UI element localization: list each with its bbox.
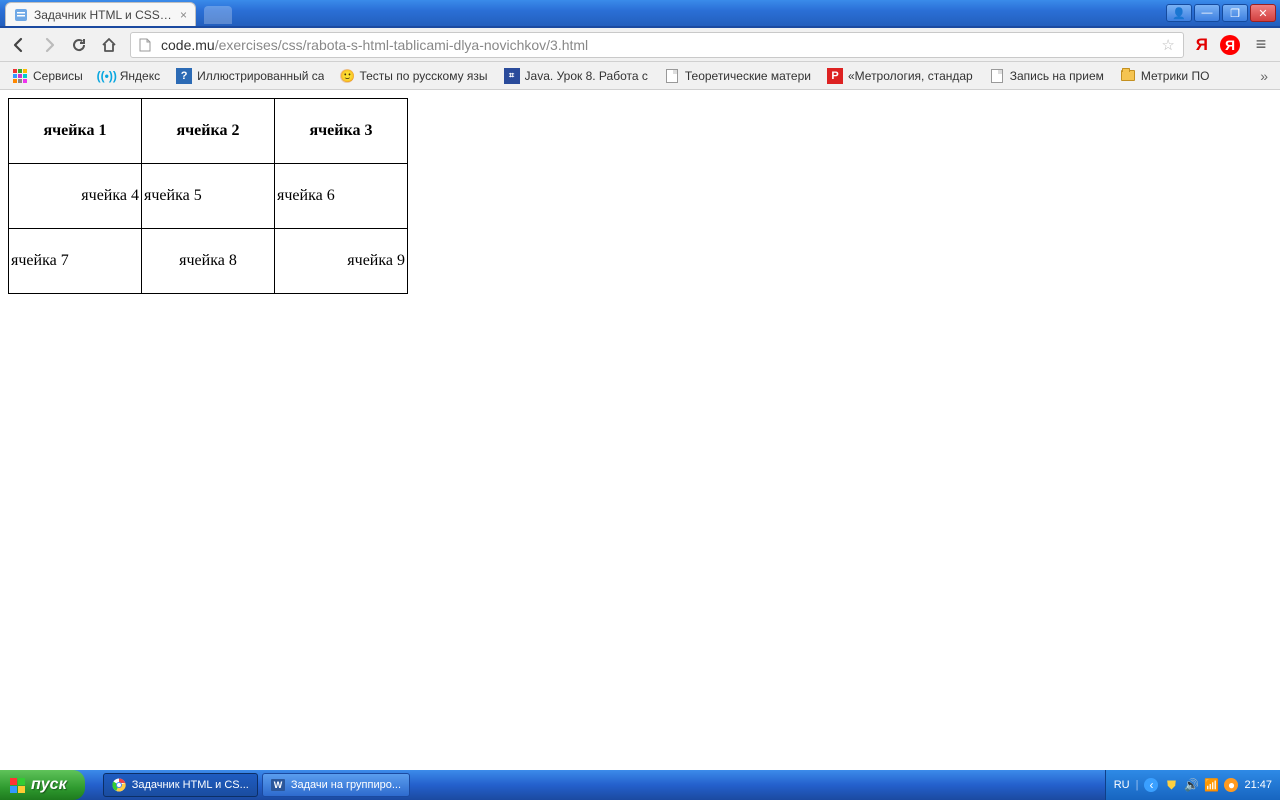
apps-grid-icon [12, 68, 28, 84]
java-icon: ⌗ [504, 68, 520, 84]
bookmark-illustrated[interactable]: ? Иллюстрированный са [170, 65, 330, 87]
bookmark-appointment[interactable]: Запись на прием [983, 65, 1110, 87]
window-controls: 👤 — ❐ ✕ [1166, 4, 1276, 22]
taskbar-item-chrome[interactable]: Задачник HTML и CS... [103, 773, 258, 797]
bookmark-services[interactable]: Сервисы [6, 65, 89, 87]
tab-title: Задачник HTML и CSS от Тр [34, 8, 174, 22]
table-header-cell: ячейка 1 [9, 99, 142, 164]
url-path: /exercises/css/rabota-s-html-tablicami-d… [215, 37, 588, 53]
tray-sound-icon[interactable]: 🔊 [1184, 778, 1198, 792]
windows-flag-icon [10, 778, 25, 793]
system-tray: RU | ‹ ⛊ 🔊 📶 ● 21:47 [1105, 770, 1280, 800]
face-icon: 🙂 [340, 69, 354, 83]
home-button[interactable] [96, 32, 122, 58]
yandex-circle-icon[interactable]: Я [1220, 35, 1240, 55]
tray-signal-icon[interactable]: 📶 [1204, 778, 1218, 792]
table-header-cell: ячейка 3 [275, 99, 408, 164]
taskbar-item-word[interactable]: W Задачи на группиро... [262, 773, 410, 797]
word-icon: W [271, 778, 285, 792]
taskbar-item-label: Задачи на группиро... [291, 779, 401, 791]
svg-text:W: W [274, 780, 283, 790]
bookmark-tests[interactable]: 🙂 Тесты по русскому язы [334, 66, 493, 86]
q-icon: ? [176, 68, 192, 84]
tray-clock[interactable]: 21:47 [1244, 779, 1272, 791]
page-icon [139, 38, 153, 52]
table-cell: ячейка 5 [142, 164, 275, 229]
p-icon: P [827, 68, 843, 84]
bookmark-metrics[interactable]: Метрики ПО [1114, 65, 1216, 87]
folder-icon [1120, 68, 1136, 84]
window-close-icon[interactable]: ✕ [1250, 4, 1276, 22]
bookmark-java[interactable]: ⌗ Java. Урок 8. Работа с [498, 65, 654, 87]
table-cell: ячейка 9 [275, 229, 408, 294]
table-row: ячейка 4 ячейка 5 ячейка 6 [9, 164, 408, 229]
exercise-table: ячейка 1 ячейка 2 ячейка 3 ячейка 4 ячей… [8, 98, 408, 294]
tray-arrow-icon[interactable]: ‹ [1144, 778, 1158, 792]
doc-icon [664, 68, 680, 84]
bookmark-theory[interactable]: Теоретические матери [658, 65, 817, 87]
bookmarks-overflow-icon[interactable]: » [1254, 68, 1274, 84]
tray-language[interactable]: RU [1114, 779, 1130, 791]
tray-orange-icon[interactable]: ● [1224, 778, 1238, 792]
table-cell: ячейка 8 [142, 229, 275, 294]
url-host: code.mu [161, 37, 215, 53]
start-button[interactable]: пуск [0, 770, 85, 800]
bookmark-star-icon[interactable]: ☆ [1161, 36, 1174, 54]
back-button[interactable] [6, 32, 32, 58]
doc-icon [989, 68, 1005, 84]
taskbar-item-label: Задачник HTML и CS... [132, 779, 249, 791]
tray-separator: | [1136, 779, 1139, 791]
chrome-icon [112, 778, 126, 792]
tab-close-icon[interactable]: × [180, 8, 187, 22]
window-titlebar: Задачник HTML и CSS от Тр × 👤 — ❐ ✕ [0, 0, 1280, 28]
bookmark-metrology[interactable]: P «Метрология, стандар [821, 65, 979, 87]
table-row: ячейка 1 ячейка 2 ячейка 3 [9, 99, 408, 164]
chrome-menu-icon[interactable]: ≡ [1248, 34, 1274, 55]
table-header-cell: ячейка 2 [142, 99, 275, 164]
address-bar[interactable]: code.mu/exercises/css/rabota-s-html-tabl… [130, 32, 1184, 58]
windows-taskbar: пуск Задачник HTML и CS... W Задачи на г… [0, 770, 1280, 800]
bookmarks-bar: Сервисы ((•)) Яндекс ? Иллюстрированный … [0, 62, 1280, 90]
bookmark-yandex[interactable]: ((•)) Яндекс [93, 65, 166, 87]
browser-toolbar: code.mu/exercises/css/rabota-s-html-tabl… [0, 28, 1280, 62]
forward-button[interactable] [36, 32, 62, 58]
tray-shield-icon[interactable]: ⛊ [1164, 778, 1178, 792]
window-minimize-icon[interactable]: — [1194, 4, 1220, 22]
page-content: ячейка 1 ячейка 2 ячейка 3 ячейка 4 ячей… [0, 90, 1280, 770]
reload-button[interactable] [66, 32, 92, 58]
tab-favicon-icon [14, 8, 28, 22]
window-maximize-icon[interactable]: ❐ [1222, 4, 1248, 22]
table-cell: ячейка 7 [9, 229, 142, 294]
table-row: ячейка 7 ячейка 8 ячейка 9 [9, 229, 408, 294]
browser-tab[interactable]: Задачник HTML и CSS от Тр × [5, 2, 196, 26]
yandex-wifi-icon: ((•)) [99, 68, 115, 84]
window-user-icon[interactable]: 👤 [1166, 4, 1192, 22]
start-label: пуск [31, 776, 67, 794]
table-cell: ячейка 4 [9, 164, 142, 229]
table-cell: ячейка 6 [275, 164, 408, 229]
new-tab-button[interactable] [204, 6, 232, 24]
yandex-letter-icon[interactable]: Я [1196, 35, 1208, 55]
